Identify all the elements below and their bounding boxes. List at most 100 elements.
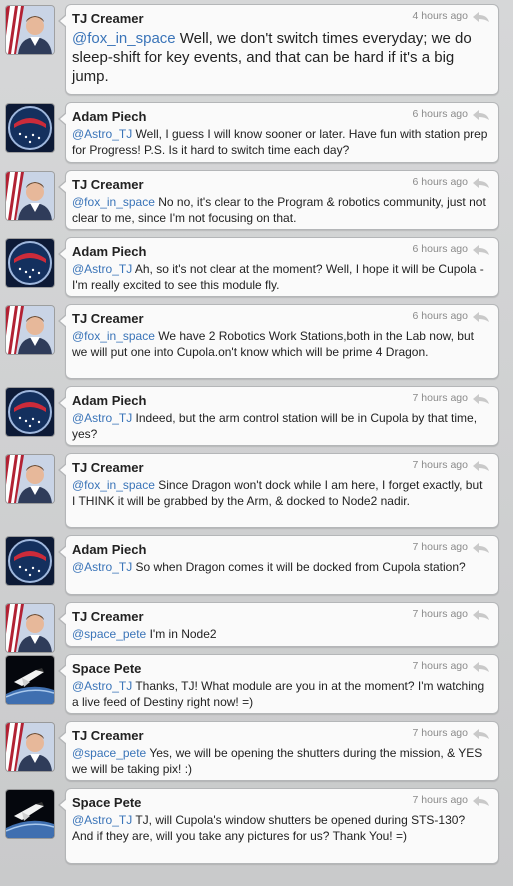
shuttle-avatar[interactable] — [6, 790, 54, 838]
astronaut-avatar[interactable] — [6, 306, 54, 354]
tweet-item: Space Pete 7 hours ago @Astro_TJ TJ, wil… — [0, 784, 513, 866]
shuttle-avatar[interactable] — [6, 656, 54, 704]
tweet-bubble: TJ Creamer 6 hours ago @fox_in_space No … — [58, 170, 499, 230]
tweet-text: @Astro_TJ So when Dragon comes it will b… — [72, 559, 488, 575]
tweet-body: Ah, so it's not clear at the moment? Wel… — [72, 262, 484, 292]
tweet-bubble: Space Pete 7 hours ago @Astro_TJ Thanks,… — [58, 654, 499, 714]
tweet-item: Adam Piech 6 hours ago @Astro_TJ Ah, so … — [0, 233, 513, 300]
mention-link[interactable]: @fox_in_space — [72, 478, 155, 492]
reply-icon[interactable] — [472, 460, 490, 472]
tweet-body: Indeed, but the arm control station will… — [72, 411, 478, 441]
reply-icon[interactable] — [472, 728, 490, 740]
tweet-text: @Astro_TJ Well, I guess I will know soon… — [72, 126, 488, 158]
tweet-text: @Astro_TJ Thanks, TJ! What module are yo… — [72, 678, 488, 710]
tweet-text: @fox_in_space No no, it's clear to the P… — [72, 194, 488, 226]
mission-patch-avatar[interactable] — [6, 104, 54, 152]
reply-icon[interactable] — [472, 795, 490, 807]
tweet-text: @Astro_TJ TJ, will Cupola's window shutt… — [72, 812, 488, 844]
reply-icon[interactable] — [472, 109, 490, 121]
tweet-author[interactable]: Adam Piech — [72, 393, 146, 408]
tweet-timestamp[interactable]: 7 hours ago — [413, 541, 468, 553]
tweet-author[interactable]: TJ Creamer — [72, 728, 144, 743]
reply-icon[interactable] — [472, 542, 490, 554]
tweet-item: Adam Piech 6 hours ago @Astro_TJ Well, I… — [0, 98, 513, 166]
tweet-author[interactable]: TJ Creamer — [72, 460, 144, 475]
mention-link[interactable]: @fox_in_space — [72, 30, 176, 47]
tweet-text: @space_pete I'm in Node2 — [72, 626, 488, 642]
tweet-author[interactable]: Space Pete — [72, 661, 141, 676]
tweet-bubble: Adam Piech 6 hours ago @Astro_TJ Ah, so … — [58, 237, 499, 297]
astronaut-avatar[interactable] — [6, 6, 54, 54]
tweet-body: Well, I guess I will know sooner or late… — [72, 127, 488, 157]
mention-link[interactable]: @Astro_TJ — [72, 411, 132, 425]
tweet-bubble: Space Pete 7 hours ago @Astro_TJ TJ, wil… — [58, 788, 499, 864]
astronaut-avatar[interactable] — [6, 604, 54, 652]
tweet-bubble: TJ Creamer 7 hours ago @fox_in_space Sin… — [58, 453, 499, 528]
tweet-text: @fox_in_space Since Dragon won't dock wh… — [72, 477, 488, 509]
tweet-body: I'm in Node2 — [146, 627, 217, 641]
mission-patch-avatar[interactable] — [6, 537, 54, 585]
tweet-author[interactable]: Adam Piech — [72, 109, 146, 124]
astronaut-avatar[interactable] — [6, 455, 54, 503]
reply-icon[interactable] — [472, 661, 490, 673]
reply-icon[interactable] — [472, 11, 490, 23]
tweet-item: TJ Creamer 7 hours ago @fox_in_space Sin… — [0, 449, 513, 531]
tweet-bubble: Adam Piech 7 hours ago @Astro_TJ So when… — [58, 535, 499, 595]
tweet-text: @Astro_TJ Indeed, but the arm control st… — [72, 410, 488, 442]
mention-link[interactable]: @Astro_TJ — [72, 560, 132, 574]
tweet-item: Adam Piech 7 hours ago @Astro_TJ So when… — [0, 531, 513, 598]
mention-link[interactable]: @Astro_TJ — [72, 262, 132, 276]
tweet-body: So when Dragon comes it will be docked f… — [132, 560, 466, 574]
reply-icon[interactable] — [472, 244, 490, 256]
tweet-author[interactable]: TJ Creamer — [72, 311, 144, 326]
reply-icon[interactable] — [472, 311, 490, 323]
tweet-bubble: TJ Creamer 6 hours ago @fox_in_space We … — [58, 304, 499, 379]
mention-link[interactable]: @space_pete — [72, 627, 146, 641]
mention-link[interactable]: @Astro_TJ — [72, 813, 132, 827]
tweet-item: TJ Creamer 7 hours ago @space_pete I'm i… — [0, 598, 513, 652]
mention-link[interactable]: @Astro_TJ — [72, 679, 132, 693]
tweet-timestamp[interactable]: 6 hours ago — [413, 108, 468, 120]
tweet-author[interactable]: TJ Creamer — [72, 609, 144, 624]
tweet-timestamp[interactable]: 4 hours ago — [413, 10, 468, 22]
mention-link[interactable]: @fox_in_space — [72, 329, 155, 343]
astronaut-avatar[interactable] — [6, 172, 54, 220]
tweet-timestamp[interactable]: 6 hours ago — [413, 176, 468, 188]
mention-link[interactable]: @space_pete — [72, 746, 146, 760]
mission-patch-avatar[interactable] — [6, 239, 54, 287]
tweet-bubble: Adam Piech 6 hours ago @Astro_TJ Well, I… — [58, 102, 499, 163]
tweet-timestamp[interactable]: 7 hours ago — [413, 794, 468, 806]
tweet-timestamp[interactable]: 7 hours ago — [413, 660, 468, 672]
tweet-text: @space_pete Yes, we will be opening the … — [72, 745, 488, 777]
tweet-author[interactable]: TJ Creamer — [72, 11, 144, 26]
tweet-text: @Astro_TJ Ah, so it's not clear at the m… — [72, 261, 488, 293]
tweet-item: TJ Creamer 6 hours ago @fox_in_space We … — [0, 300, 513, 382]
tweet-timestamp[interactable]: 7 hours ago — [413, 727, 468, 739]
tweet-item: Adam Piech 7 hours ago @Astro_TJ Indeed,… — [0, 382, 513, 449]
tweet-bubble: TJ Creamer 7 hours ago @space_pete Yes, … — [58, 721, 499, 781]
mention-link[interactable]: @Astro_TJ — [72, 127, 132, 141]
tweet-timestamp[interactable]: 7 hours ago — [413, 608, 468, 620]
astronaut-avatar[interactable] — [6, 723, 54, 771]
tweet-item: TJ Creamer 6 hours ago @fox_in_space No … — [0, 166, 513, 233]
reply-icon[interactable] — [472, 177, 490, 189]
tweet-author[interactable]: Adam Piech — [72, 542, 146, 557]
tweet-author[interactable]: TJ Creamer — [72, 177, 144, 192]
tweet-timestamp[interactable]: 6 hours ago — [413, 243, 468, 255]
tweet-timestamp[interactable]: 7 hours ago — [413, 459, 468, 471]
tweet-bubble: Adam Piech 7 hours ago @Astro_TJ Indeed,… — [58, 386, 499, 446]
tweet-body: Thanks, TJ! What module are you in at th… — [72, 679, 485, 709]
tweet-item: Space Pete 7 hours ago @Astro_TJ Thanks,… — [0, 650, 513, 717]
mention-link[interactable]: @fox_in_space — [72, 195, 155, 209]
tweet-item: TJ Creamer 4 hours ago @fox_in_space Wel… — [0, 0, 513, 98]
tweet-timestamp[interactable]: 6 hours ago — [413, 310, 468, 322]
tweet-author[interactable]: Space Pete — [72, 795, 141, 810]
tweet-timestamp[interactable]: 7 hours ago — [413, 392, 468, 404]
tweet-author[interactable]: Adam Piech — [72, 244, 146, 259]
reply-icon[interactable] — [472, 609, 490, 621]
mission-patch-avatar[interactable] — [6, 388, 54, 436]
tweet-item: TJ Creamer 7 hours ago @space_pete Yes, … — [0, 717, 513, 784]
tweet-feed: TJ Creamer 4 hours ago @fox_in_space Wel… — [0, 0, 513, 886]
reply-icon[interactable] — [472, 393, 490, 405]
tweet-bubble: TJ Creamer 4 hours ago @fox_in_space Wel… — [58, 4, 499, 95]
